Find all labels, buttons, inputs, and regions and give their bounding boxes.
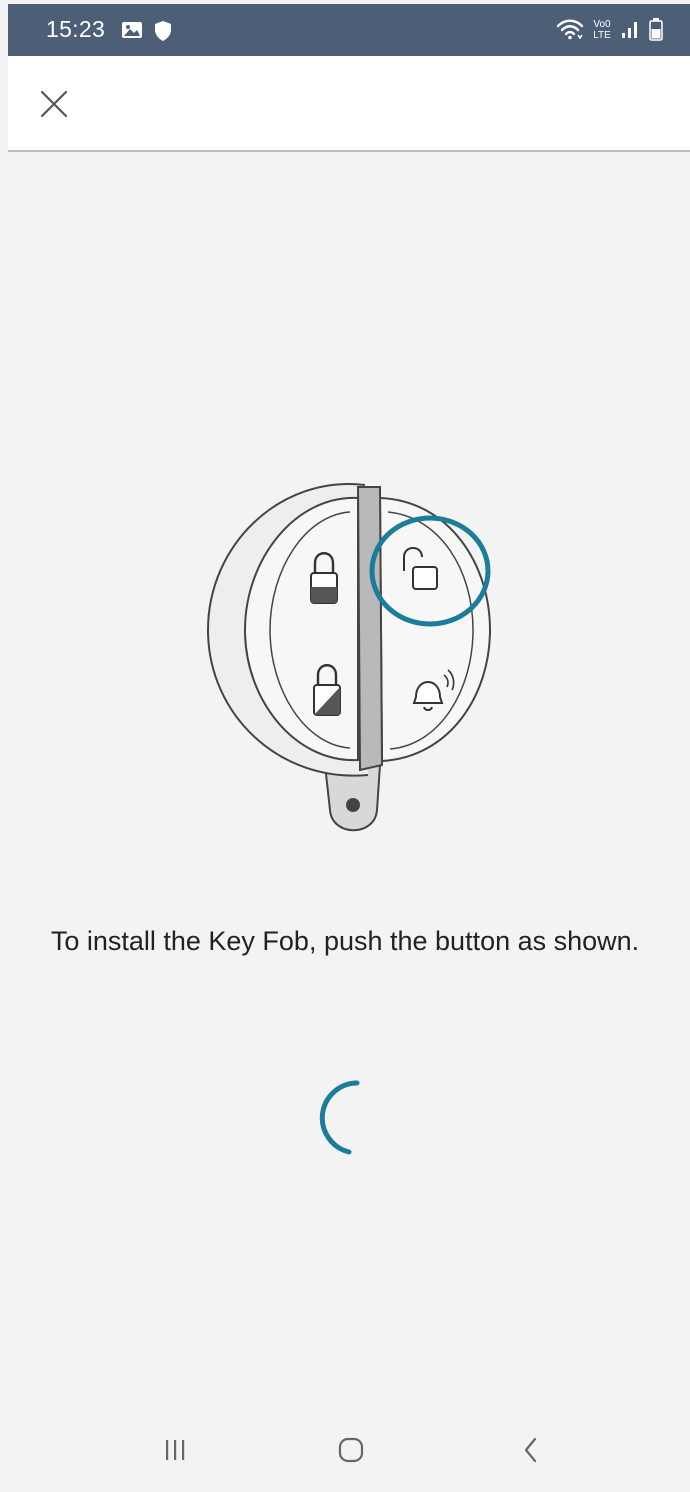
shield-icon: [155, 21, 171, 41]
home-button[interactable]: [326, 1428, 376, 1472]
volte-top-text: Vo0: [593, 19, 611, 30]
navigation-bar: [8, 1410, 690, 1492]
instruction-text: To install the Key Fob, push the button …: [50, 926, 640, 956]
wifi-icon: [556, 19, 584, 40]
status-right-icons: Vo0 LTE: [556, 16, 663, 42]
back-button[interactable]: [506, 1428, 556, 1472]
key-fob-image: [206, 483, 492, 832]
loading-spinner: [300, 1070, 390, 1160]
close-button[interactable]: [32, 82, 76, 126]
status-bar: 15:23 Vo0 LTE: [8, 4, 690, 56]
home-icon: [338, 1437, 364, 1463]
signal-icon: [622, 22, 637, 38]
top-bar: [8, 56, 690, 152]
volte-bottom-text: LTE: [593, 30, 611, 41]
status-time: 15:23: [46, 16, 106, 42]
gallery-icon: [122, 22, 142, 38]
status-left-icons: [121, 20, 172, 42]
recents-button[interactable]: [150, 1428, 200, 1472]
close-icon: [40, 90, 68, 118]
spinner-arc: [319, 1080, 360, 1155]
battery-icon: [649, 18, 663, 41]
back-icon: [524, 1437, 537, 1463]
recents-icon: [166, 1440, 185, 1460]
volte-icon: Vo0 LTE: [593, 19, 611, 41]
key-fob-illustration: [190, 465, 510, 845]
